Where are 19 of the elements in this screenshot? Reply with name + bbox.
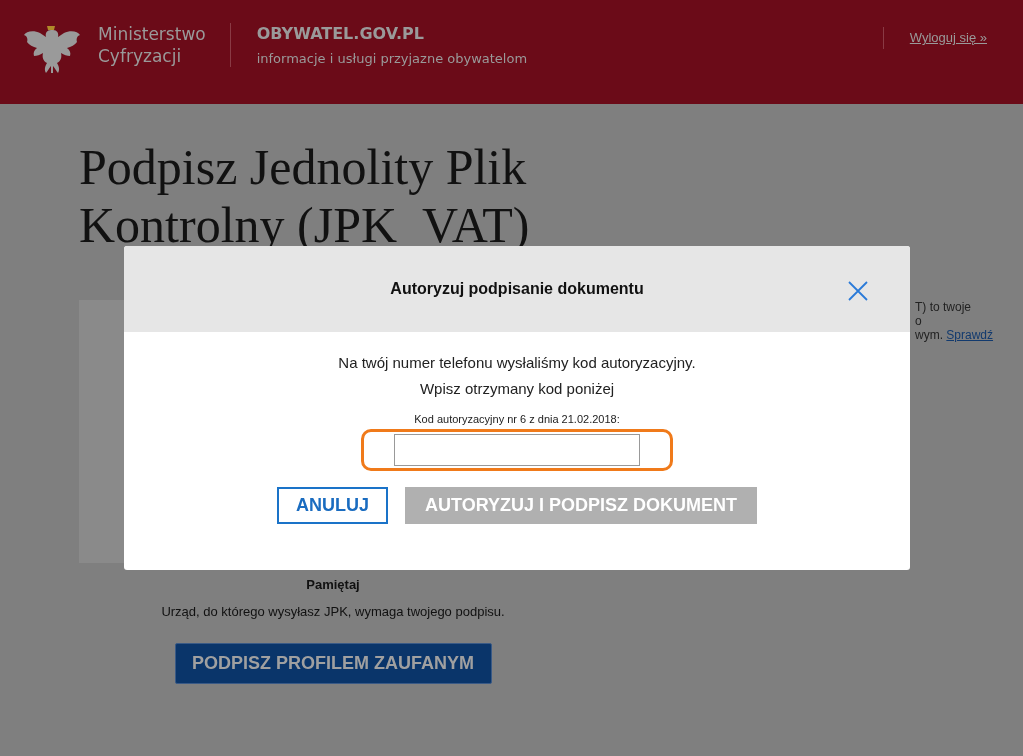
dialog-title: Autoryzuj podpisanie dokumentu [390, 280, 644, 298]
site-subtitle: informacje i usługi przyjazne obywatelom [256, 51, 528, 66]
remember-text: Urząd, do którego wysyłasz JPK, wymaga twojego podpisu. [161, 604, 505, 619]
code-label: Kod autoryzacyjny nr 6 z dnia 21.02.2018: [414, 413, 620, 425]
logout-link[interactable]: Wyloguj się » [882, 27, 987, 49]
info-text: o [915, 314, 923, 328]
dialog-message: Wpisz otrzymany kod poniżej [419, 380, 615, 397]
sign-trusted-profile-button[interactable]: PODPISZ PROFILEM ZAUFANYM [174, 643, 492, 684]
code-input-field[interactable] [394, 434, 640, 466]
ministry-name: Cyfryzacji [98, 45, 183, 67]
check-link[interactable]: Sprawdź [946, 328, 994, 342]
dialog-message: Na twój numer telefonu wysłaliśmy kod autoryzacyjny. [338, 354, 696, 371]
cancel-button[interactable]: ANULUJ [277, 487, 388, 524]
info-text: wym. [915, 328, 943, 342]
site-title: OBYWATEL.GOV.PL [256, 24, 425, 43]
close-icon[interactable] [848, 281, 868, 301]
ministry-name: Ministerstwo [98, 23, 206, 45]
remember-heading: Pamiętaj [306, 577, 360, 592]
info-text: T) to twoje [915, 300, 972, 314]
